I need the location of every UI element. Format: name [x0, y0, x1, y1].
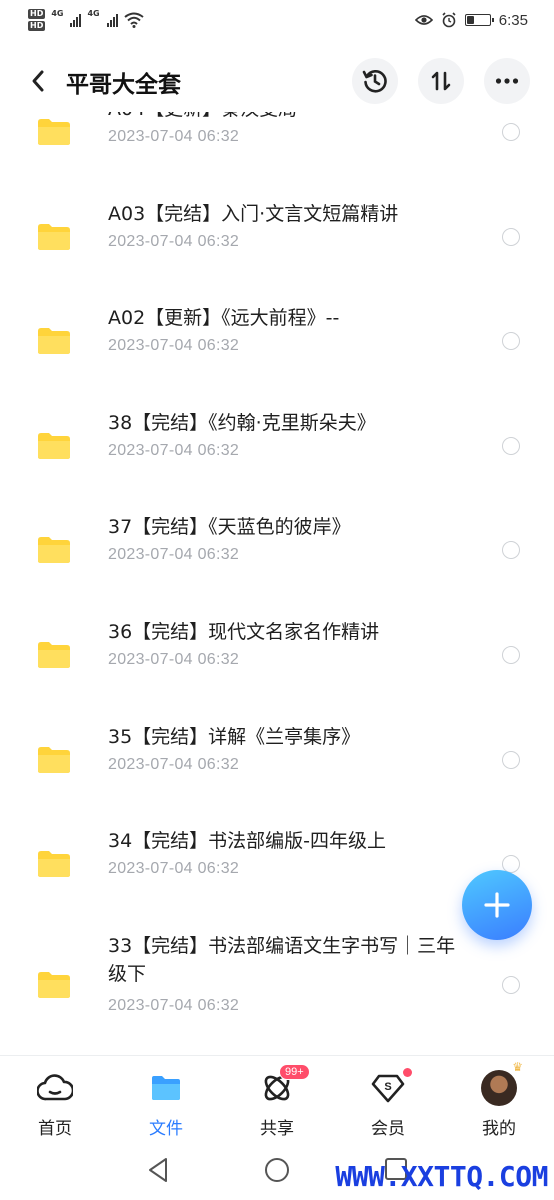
select-checkbox[interactable]: [502, 123, 520, 141]
file-name: A04【更新】秦汉变局: [108, 112, 297, 123]
file-row[interactable]: 38【完结】《约翰·克里斯朵夫》 2023-07-04 06:32: [0, 406, 554, 510]
file-name: A03【完结】入门·文言文短篇精讲: [108, 202, 399, 225]
crown-icon: ♛: [512, 1060, 523, 1074]
folder-icon: [38, 328, 70, 355]
file-name: 37【完结】《天蓝色的彼岸》: [108, 516, 351, 539]
network-type-1: 4G: [51, 9, 64, 18]
nav-vip[interactable]: S 会员: [333, 1056, 443, 1146]
file-date: 2023-07-04 06:32: [108, 232, 240, 250]
battery-icon: [464, 14, 494, 26]
status-right: 6:35: [414, 11, 528, 29]
nav-label: 首页: [38, 1119, 72, 1139]
signal-icon: [106, 13, 118, 27]
header: 平哥大全套: [0, 52, 554, 110]
history-button[interactable]: [352, 58, 398, 104]
file-row[interactable]: 33【完结】书法部编语文生字书写｜三年级下 2023-07-04 06:32: [0, 929, 554, 1049]
status-left: HD HD 4G 4G: [28, 9, 144, 31]
hd-indicators: HD HD: [28, 9, 46, 31]
battery-fill: [466, 16, 474, 24]
file-name: 34【完结】书法部编版-四年级上: [108, 830, 387, 853]
nav-files[interactable]: 文件: [111, 1056, 221, 1146]
nav-share[interactable]: 99+ 共享: [222, 1056, 332, 1146]
file-date: 2023-07-04 06:32: [108, 337, 240, 355]
avatar: ♛: [481, 1060, 523, 1106]
status-bar: HD HD 4G 4G 6:35: [0, 0, 554, 40]
history-clock-icon: [362, 70, 387, 93]
select-checkbox[interactable]: [502, 750, 520, 769]
nav-label: 文件: [149, 1119, 183, 1139]
select-checkbox[interactable]: [502, 436, 520, 455]
more-dots-icon: [495, 78, 519, 84]
file-date: 2023-07-04 06:32: [108, 441, 240, 459]
sort-arrows-icon: [431, 71, 451, 91]
file-name: 35【完结】详解《兰亭集序》: [108, 725, 361, 748]
eye-comfort-icon: [414, 15, 433, 25]
select-checkbox[interactable]: [502, 227, 520, 246]
vip-diamond-icon: S: [368, 1068, 412, 1106]
back-chevron-icon: [32, 70, 44, 92]
nav-me[interactable]: ♛ 我的: [444, 1056, 554, 1146]
svg-text:S: S: [384, 1081, 391, 1093]
hd-badge-1: HD: [28, 9, 46, 19]
cloud-home-icon: [35, 1070, 75, 1106]
hd-badge-2: HD: [28, 21, 46, 31]
nav-home[interactable]: 首页: [0, 1056, 110, 1146]
vip-notification-dot: [403, 1068, 412, 1077]
select-checkbox[interactable]: [502, 646, 520, 664]
sort-button[interactable]: [418, 58, 464, 104]
orbit-share-icon: 99+: [257, 1064, 310, 1106]
folder-icon: [38, 971, 70, 998]
file-date: 2023-07-04 06:32: [108, 755, 240, 773]
folder-icon: [146, 1070, 186, 1106]
select-checkbox[interactable]: [502, 332, 520, 351]
network-type-2: 4G: [87, 9, 100, 18]
file-name: 36【完结】现代文名家名作精讲: [108, 621, 380, 643]
folder-icon: [38, 851, 70, 878]
back-button[interactable]: [24, 66, 52, 96]
nav-label: 我的: [482, 1119, 516, 1139]
avatar-container: ♛: [479, 1060, 523, 1106]
file-name: A02【更新】《远大前程》--: [108, 307, 340, 330]
folder-icon: [38, 432, 70, 459]
file-row[interactable]: 37【完结】《天蓝色的彼岸》 2023-07-04 06:32: [0, 510, 554, 614]
file-row[interactable]: A04【更新】秦汉变局 2023-07-04 06:32: [0, 112, 554, 196]
file-date: 2023-07-04 06:32: [108, 128, 240, 145]
alarm-icon: [442, 12, 456, 28]
file-name: 38【完结】《约翰·克里斯朵夫》: [108, 411, 376, 434]
file-name: 33【完结】书法部编语文生字书写｜三年级下: [108, 934, 456, 985]
file-row[interactable]: A02【更新】《远大前程》-- 2023-07-04 06:32: [0, 301, 554, 405]
folder-icon: [38, 119, 70, 145]
plus-icon: [484, 892, 510, 918]
nav-label: 会员: [371, 1119, 405, 1139]
wifi-icon: [124, 12, 144, 28]
file-row[interactable]: A03【完结】入门·文言文短篇精讲 2023-07-04 06:32: [0, 197, 554, 301]
folder-icon: [38, 642, 70, 668]
folder-icon: [38, 537, 70, 564]
signal-icon: [70, 13, 82, 27]
file-row[interactable]: 36【完结】现代文名家名作精讲 2023-07-04 06:32: [0, 615, 554, 719]
share-badge: 99+: [279, 1064, 310, 1080]
system-home-icon[interactable]: [264, 1157, 290, 1183]
file-date: 2023-07-04 06:32: [108, 996, 240, 1014]
select-checkbox[interactable]: [502, 541, 520, 560]
folder-icon: [38, 223, 70, 250]
page-title: 平哥大全套: [66, 72, 181, 98]
add-button[interactable]: [462, 870, 532, 940]
file-row[interactable]: 35【完结】详解《兰亭集序》 2023-07-04 06:32: [0, 720, 554, 824]
file-date: 2023-07-04 06:32: [108, 651, 240, 668]
system-back-icon[interactable]: [146, 1157, 170, 1183]
file-date: 2023-07-04 06:32: [108, 546, 240, 564]
nav-label: 共享: [260, 1119, 294, 1139]
folder-icon: [38, 746, 70, 773]
bottom-nav: 首页 文件 99+ 共享 S 会员 ♛ 我的: [0, 1055, 554, 1145]
file-date: 2023-07-04 06:32: [108, 860, 240, 878]
more-button[interactable]: [484, 58, 530, 104]
select-checkbox[interactable]: [502, 975, 520, 994]
watermark: WWW.XXTTQ.COM: [335, 1160, 548, 1193]
clock-time: 6:35: [498, 11, 528, 29]
